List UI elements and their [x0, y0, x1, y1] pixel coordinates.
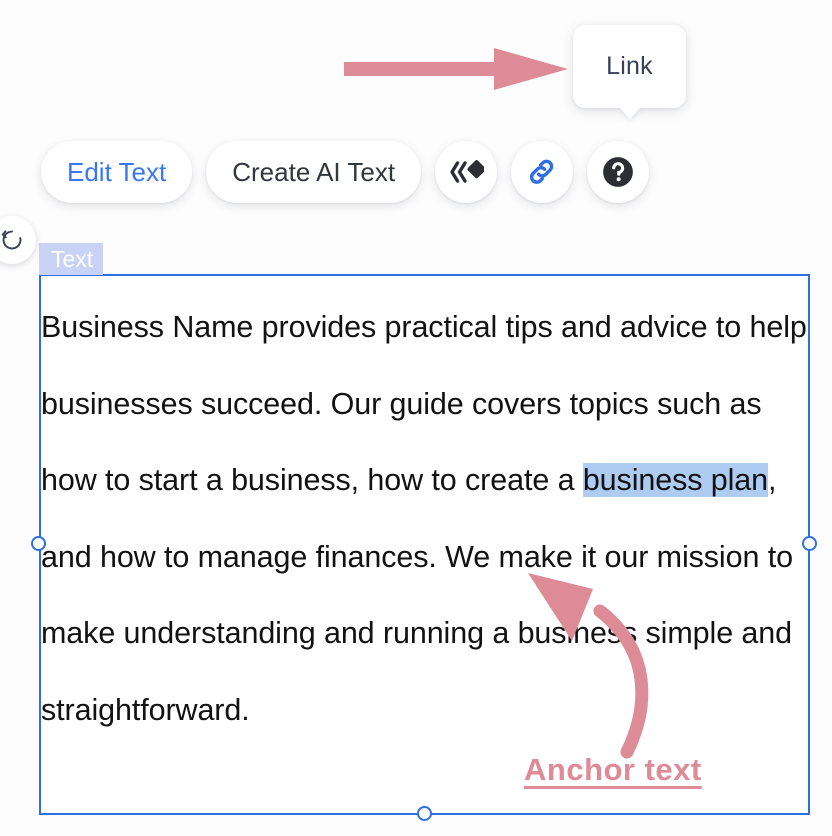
- create-ai-text-button[interactable]: Create AI Text: [206, 141, 422, 203]
- tooltip-tail: [618, 107, 641, 119]
- link-button[interactable]: [511, 141, 574, 203]
- resize-handle-bottom[interactable]: [417, 806, 432, 821]
- edit-text-label: Edit Text: [67, 156, 167, 187]
- link-tooltip: Link: [573, 25, 686, 119]
- help-button[interactable]: [587, 141, 650, 203]
- edit-text-button[interactable]: Edit Text: [41, 141, 193, 203]
- element-toolbar[interactable]: Edit Text Create AI Text: [41, 141, 650, 203]
- resize-handle-left[interactable]: [31, 536, 46, 551]
- straight-arrow-annotation: [344, 48, 568, 90]
- selected-anchor-text[interactable]: business plan: [582, 463, 768, 497]
- rotate-icon: [1, 230, 22, 250]
- link-icon: [529, 159, 554, 184]
- text-element-body[interactable]: Business Name provides practical tips an…: [41, 289, 809, 748]
- element-type-badge: Text: [39, 243, 104, 275]
- send-backward-button[interactable]: [435, 141, 498, 203]
- anchor-text-annotation: Anchor text: [524, 752, 702, 787]
- paragraph-after-selection: , and how to manage finances. We make it…: [41, 463, 802, 727]
- send-backward-icon: [450, 160, 485, 183]
- tooltip-label: Link: [606, 52, 653, 80]
- help-icon: [603, 157, 633, 187]
- create-ai-text-label: Create AI Text: [232, 156, 396, 187]
- resize-handle-right[interactable]: [802, 536, 817, 551]
